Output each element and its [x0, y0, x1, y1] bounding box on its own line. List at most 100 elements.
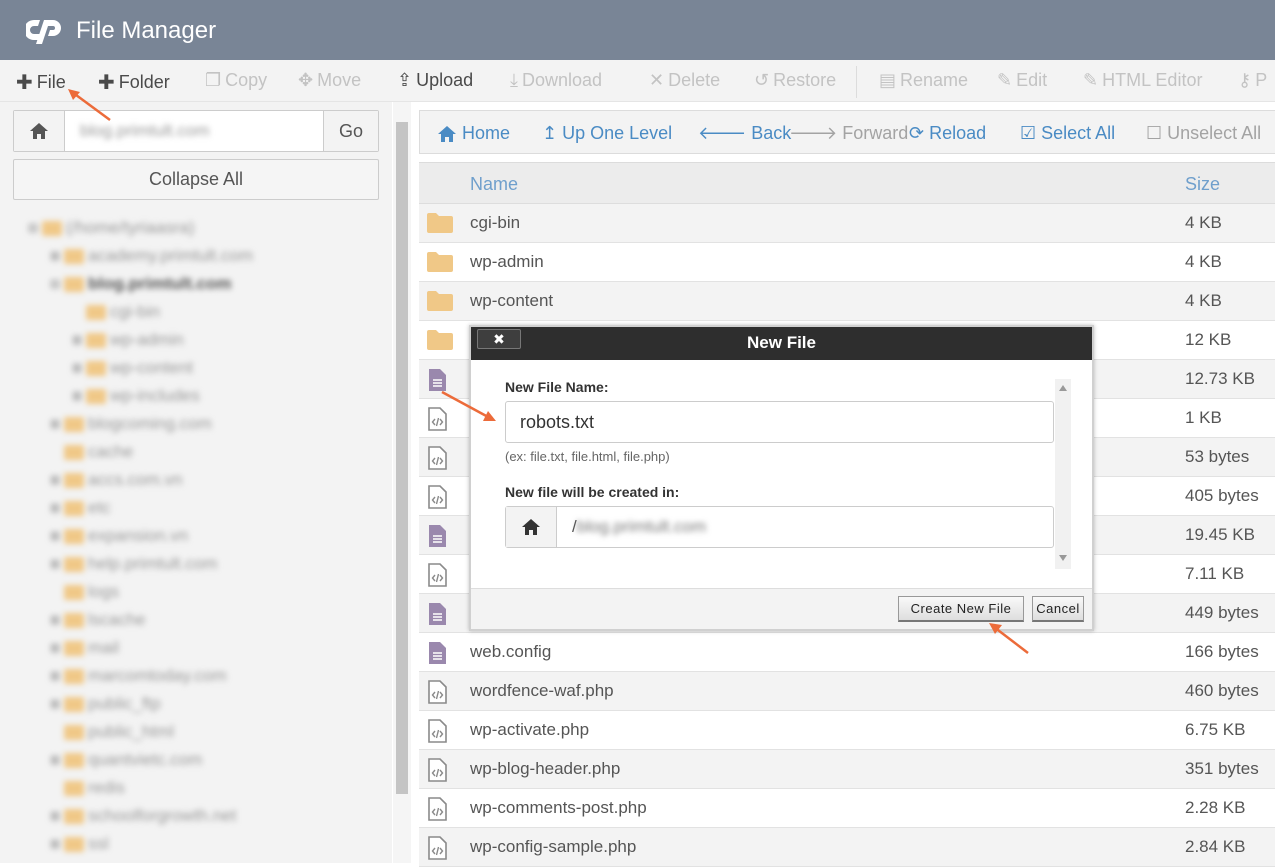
folder-icon: [64, 444, 84, 460]
file-name: wordfence-waf.php: [470, 681, 614, 700]
home-icon: [438, 125, 456, 142]
tree-node[interactable]: ⊞ academy.primtult.com: [50, 246, 253, 266]
table-row[interactable]: wp-blog-header.php 351 bytes: [419, 750, 1275, 789]
close-button[interactable]: ✖: [477, 329, 521, 349]
folder-icon: [426, 329, 454, 356]
folder-icon: [64, 808, 84, 824]
file-size: 7.11 KB: [1185, 564, 1245, 583]
move-icon: ✥: [298, 70, 314, 90]
tree-node[interactable]: ⊞ help.primtult.com: [50, 554, 217, 574]
arrow-left-icon: 🡐: [698, 123, 747, 143]
folder-icon: [426, 290, 454, 317]
home-icon-box: [506, 507, 557, 547]
table-row[interactable]: wp-content 4 KB: [419, 282, 1275, 321]
scroll-down-icon[interactable]: [1059, 555, 1067, 561]
table-row[interactable]: wp-admin 4 KB: [419, 243, 1275, 282]
rename-button[interactable]: ▤ Rename: [879, 70, 968, 91]
cancel-button[interactable]: Cancel: [1032, 596, 1084, 622]
destination-path[interactable]: /blog.primtult.com: [572, 517, 706, 537]
forward-button[interactable]: 🡒 Forward: [789, 123, 908, 144]
tree-node[interactable]: ⊞ etc: [50, 498, 111, 518]
tree-node[interactable]: ⊞ lscache: [50, 610, 146, 630]
tree-node[interactable]: ⊞ marcomtoday.com: [50, 666, 227, 686]
file-size: 4 KB: [1185, 252, 1222, 271]
destination-field[interactable]: /blog.primtult.com: [505, 506, 1054, 548]
folder-icon: [64, 780, 84, 796]
permissions-button[interactable]: ⚷ P: [1238, 70, 1267, 91]
tree-node[interactable]: ⊞ wp-includes: [72, 386, 200, 406]
new-file-button[interactable]: ✚ File: [16, 70, 66, 95]
tree-node[interactable]: ⊟ blog.primtult.com: [50, 274, 232, 294]
go-button[interactable]: Go: [323, 111, 378, 151]
name-column-header[interactable]: Name: [470, 174, 518, 195]
download-button[interactable]: ⤓ Download: [510, 70, 602, 91]
restore-button[interactable]: ↺ Restore: [754, 70, 836, 91]
copy-button[interactable]: ❐ Copy: [205, 70, 267, 91]
tree-node[interactable]: ⊞ schoolforgrowth.net: [50, 806, 236, 826]
dialog-scrollbar[interactable]: [1055, 379, 1071, 569]
upload-icon: ⇪: [397, 70, 413, 90]
table-row[interactable]: web.config 166 bytes: [419, 633, 1275, 672]
delete-button[interactable]: ✕ Delete: [649, 70, 720, 91]
reload-button[interactable]: ⟳ Reload: [909, 123, 986, 144]
table-row[interactable]: cgi-bin 4 KB: [419, 204, 1275, 243]
home-button[interactable]: [14, 111, 65, 151]
tree-node[interactable]: ⊞ expansion.vn: [50, 526, 188, 546]
folder-icon: [42, 220, 62, 236]
file-size: 53 bytes: [1185, 447, 1250, 466]
table-row[interactable]: wp-config-sample.php 2.84 KB: [419, 828, 1275, 867]
file-name-label: New File Name:: [505, 379, 609, 395]
size-column-header[interactable]: Size: [1185, 174, 1220, 195]
file-size: 2.84 KB: [1185, 837, 1246, 856]
tree-node[interactable]: cgi-bin: [86, 302, 160, 322]
file-name-hint: (ex: file.txt, file.html, file.php): [505, 449, 670, 464]
home-nav-button[interactable]: Home: [437, 123, 510, 144]
file-name: web.config: [470, 642, 552, 661]
folder-icon: [64, 584, 84, 600]
new-file-dialog: New File ✖ New File Name: (ex: file.txt,…: [469, 325, 1094, 631]
delete-icon: ✕: [649, 70, 665, 90]
folder-icon: [426, 212, 454, 239]
tree-node[interactable]: ⊞ wp-content: [72, 358, 193, 378]
upload-button[interactable]: ⇪ Upload: [397, 70, 473, 91]
tree-node[interactable]: redis: [64, 778, 125, 798]
back-button[interactable]: 🡐 Back: [698, 123, 791, 144]
scroll-up-icon[interactable]: [1059, 385, 1067, 391]
sidebar-scrollbar-thumb[interactable]: [396, 122, 408, 794]
tree-node[interactable]: ⊞ ssl: [50, 834, 109, 854]
table-row[interactable]: wp-comments-post.php 2.28 KB: [419, 789, 1275, 828]
tree-node[interactable]: ⊞ quantvietc.com: [50, 750, 202, 770]
tree-node[interactable]: ⊞ mail: [50, 638, 119, 658]
tree-node[interactable]: ⊞ blogcoming.com: [50, 414, 212, 434]
html-editor-button[interactable]: ✎ HTML Editor: [1083, 70, 1202, 91]
edit-button[interactable]: ✎ Edit: [997, 70, 1047, 91]
checked-box-icon: ☑: [1020, 123, 1037, 143]
tree-node[interactable]: ⊟ (/home/tyriaasra): [28, 218, 194, 238]
file-name-input[interactable]: [505, 401, 1054, 443]
move-button[interactable]: ✥ Move: [298, 70, 361, 91]
folder-icon: [86, 360, 106, 376]
key-icon: ⚷: [1238, 70, 1252, 90]
file-size: 351 bytes: [1185, 759, 1259, 778]
file-size: 4 KB: [1185, 213, 1222, 232]
app-header: File Manager: [0, 0, 1275, 60]
tree-node[interactable]: ⊞ wp-admin: [72, 330, 184, 350]
directory-tree: ⊟ (/home/tyriaasra) ⊞ academy.primtult.com…: [0, 212, 392, 863]
unselect-all-button[interactable]: ☐ Unselect All: [1146, 123, 1261, 144]
edit-square-icon: ✎: [1083, 70, 1099, 90]
collapse-all-button[interactable]: Collapse All: [13, 159, 379, 200]
tree-node[interactable]: ⊞ accs.com.vn: [50, 470, 182, 490]
tree-node[interactable]: public_html: [64, 722, 174, 742]
table-row[interactable]: wp-activate.php 6.75 KB: [419, 711, 1275, 750]
table-row[interactable]: wordfence-waf.php 460 bytes: [419, 672, 1275, 711]
level-up-icon: ↥: [542, 123, 558, 143]
app-title: File Manager: [76, 17, 217, 44]
file-name: wp-blog-header.php: [470, 759, 621, 778]
tree-node[interactable]: logs: [64, 582, 119, 602]
tree-node[interactable]: cache: [64, 442, 133, 462]
up-one-level-button[interactable]: ↥ Up One Level: [542, 123, 672, 144]
folder-icon: [64, 836, 84, 852]
folder-icon: [64, 528, 84, 544]
tree-node[interactable]: ⊞ public_ftp: [50, 694, 161, 714]
select-all-button[interactable]: ☑ Select All: [1020, 123, 1115, 144]
